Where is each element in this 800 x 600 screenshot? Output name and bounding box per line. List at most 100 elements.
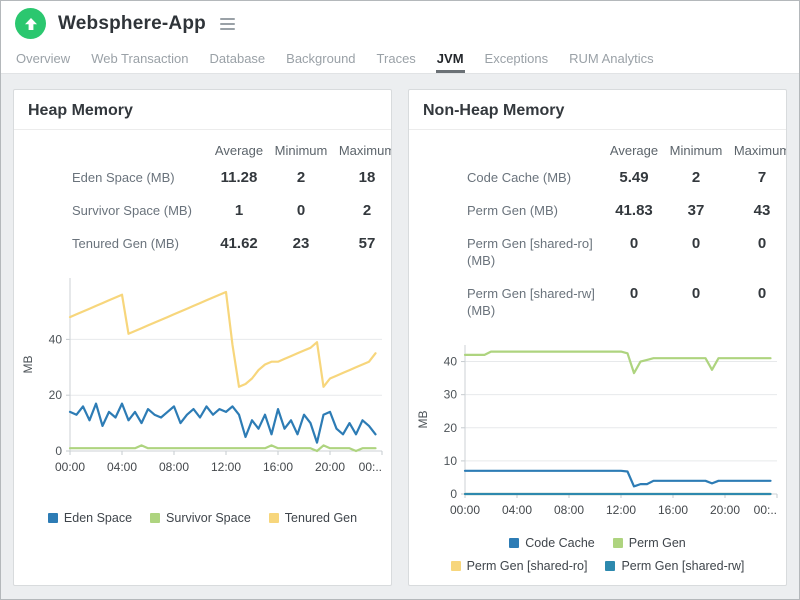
- table-row: Tenured Gen (MB) 41.62 23 57: [14, 227, 391, 260]
- metric-value: 18: [358, 169, 376, 186]
- page: Websphere-App Overview Web Transaction Dat…: [0, 0, 800, 600]
- column-header-maximum: Maximum: [733, 143, 787, 158]
- legend-item-perm-gen[interactable]: Perm Gen: [612, 536, 686, 550]
- svg-text:MB: MB: [21, 356, 35, 374]
- panel-title: Non-Heap Memory: [423, 102, 565, 119]
- legend-item-code-cache[interactable]: Code Cache: [509, 536, 595, 550]
- legend-row: Perm Gen [shared-ro] Perm Gen [shared-rw]: [409, 559, 786, 573]
- svg-text:12:00: 12:00: [211, 460, 241, 474]
- content: Heap Memory Average Minimum Maximum Eden Sp…: [1, 74, 799, 599]
- metric-value: 0: [691, 285, 701, 302]
- table-row: Perm Gen [shared-rw] (MB) 0 0 0: [409, 277, 786, 327]
- metric-label: Tenured Gen (MB): [72, 236, 179, 251]
- legend-item-perm-gen-shared-ro[interactable]: Perm Gen [shared-ro]: [450, 559, 588, 573]
- metric-value: 23: [292, 235, 310, 252]
- svg-text:16:00: 16:00: [658, 503, 688, 517]
- legend-label: Eden Space: [63, 511, 133, 525]
- svg-text:04:00: 04:00: [502, 503, 532, 517]
- heap-memory-chart: 0 20 40 00:00 04:00 08:00 12:00 16:00 20:00 00:..…: [21, 278, 383, 474]
- hamburger-menu-icon[interactable]: [217, 15, 238, 33]
- tab-background[interactable]: Background: [285, 46, 356, 73]
- svg-text:20:00: 20:00: [315, 460, 345, 474]
- metric-value: 0: [757, 235, 767, 252]
- metric-value: 5.49: [619, 169, 649, 186]
- tab-database[interactable]: Database: [209, 46, 267, 73]
- tab-web-transaction[interactable]: Web Transaction: [90, 46, 189, 73]
- legend-item-tenured-gen[interactable]: Tenured Gen: [268, 511, 358, 525]
- legend-item-perm-gen-shared-rw[interactable]: Perm Gen [shared-rw]: [605, 559, 744, 573]
- svg-text:20: 20: [444, 421, 458, 435]
- table-header-row: Average Minimum Maximum: [14, 136, 391, 161]
- legend-row: Code Cache Perm Gen: [409, 536, 786, 550]
- metric-value: 41.62: [220, 235, 258, 252]
- metric-label: Eden Space (MB): [72, 170, 175, 185]
- heap-memory-panel: Heap Memory Average Minimum Maximum Eden Sp…: [13, 89, 392, 586]
- column-header-minimum: Minimum: [669, 143, 723, 158]
- metric-value: 57: [358, 235, 376, 252]
- panel-title: Heap Memory: [28, 102, 133, 119]
- metric-value: 41.83: [615, 202, 653, 219]
- tab-traces[interactable]: Traces: [376, 46, 417, 73]
- svg-text:00:..: 00:..: [359, 460, 382, 474]
- legend-label: Survivor Space: [166, 511, 251, 525]
- svg-text:10: 10: [444, 454, 458, 468]
- tab-overview[interactable]: Overview: [15, 46, 71, 73]
- status-up-icon: [15, 8, 46, 39]
- metric-label: Perm Gen [shared-ro] (MB): [467, 236, 593, 268]
- svg-text:40: 40: [49, 332, 63, 346]
- non-heap-memory-chart: 0 10 20 30 40 00:00 04:00 08:00 12:00 16:00 20:00 0…: [416, 345, 778, 517]
- legend-row: Eden Space Survivor Space Tenured Gen: [14, 511, 391, 525]
- svg-text:08:00: 08:00: [554, 503, 584, 517]
- svg-text:MB: MB: [416, 411, 430, 429]
- table-row: Code Cache (MB) 5.49 2 7: [409, 161, 786, 194]
- svg-text:0: 0: [55, 444, 62, 458]
- legend-item-eden-space[interactable]: Eden Space: [47, 511, 133, 525]
- heap-chart-legend: Eden Space Survivor Space Tenured Gen: [14, 511, 391, 525]
- up-arrow-icon: [24, 17, 37, 30]
- non-heap-chart-legend: Code Cache Perm Gen Perm Gen [shared-ro] Pe…: [409, 536, 786, 573]
- column-header-maximum: Maximum: [338, 143, 392, 158]
- legend-swatch: [450, 561, 461, 571]
- legend-swatch: [47, 513, 58, 523]
- svg-text:16:00: 16:00: [263, 460, 293, 474]
- tab-exceptions[interactable]: Exceptions: [484, 46, 550, 73]
- metric-value: 0: [629, 235, 639, 252]
- metric-value: 11.28: [220, 169, 258, 186]
- legend-label: Perm Gen [shared-ro]: [466, 559, 588, 573]
- metric-value: 2: [296, 169, 306, 186]
- non-heap-memory-panel: Non-Heap Memory Average Minimum Maximum Cod…: [408, 89, 787, 586]
- heap-metric-table: Average Minimum Maximum Eden Space (MB) 11.2…: [14, 130, 391, 260]
- legend-label: Code Cache: [525, 536, 595, 550]
- legend-label: Perm Gen [shared-rw]: [621, 559, 745, 573]
- legend-swatch: [612, 538, 623, 548]
- table-row: Survivor Space (MB) 1 0 2: [14, 194, 391, 227]
- table-header-row: Average Minimum Maximum: [409, 136, 786, 161]
- svg-text:00:00: 00:00: [55, 460, 85, 474]
- column-header-average: Average: [214, 143, 264, 158]
- metric-value: 2: [362, 202, 372, 219]
- svg-text:08:00: 08:00: [159, 460, 189, 474]
- metric-value: 0: [691, 235, 701, 252]
- app-title: Websphere-App: [58, 12, 206, 34]
- svg-text:00:..: 00:..: [754, 503, 777, 517]
- svg-text:04:00: 04:00: [107, 460, 137, 474]
- legend-item-survivor-space[interactable]: Survivor Space: [150, 511, 251, 525]
- metric-label: Survivor Space (MB): [72, 203, 192, 218]
- svg-text:00:00: 00:00: [450, 503, 480, 517]
- column-header-average: Average: [609, 143, 659, 158]
- metric-value: 0: [629, 285, 639, 302]
- tab-jvm[interactable]: JVM: [435, 46, 465, 73]
- metric-value: 37: [687, 202, 705, 219]
- metric-value: 43: [753, 202, 771, 219]
- metric-label: Perm Gen [shared-rw] (MB): [467, 286, 595, 318]
- metric-value: 0: [296, 202, 306, 219]
- legend-swatch: [268, 513, 279, 523]
- table-row: Perm Gen [shared-ro] (MB) 0 0 0: [409, 227, 786, 277]
- legend-label: Tenured Gen: [284, 511, 358, 525]
- metric-value: 2: [691, 169, 701, 186]
- tab-rum-analytics[interactable]: RUM Analytics: [568, 46, 655, 73]
- svg-text:0: 0: [450, 487, 457, 501]
- non-heap-metric-table: Average Minimum Maximum Code Cache (MB) 5.49…: [409, 130, 786, 327]
- svg-text:20: 20: [49, 388, 63, 402]
- svg-text:20:00: 20:00: [710, 503, 740, 517]
